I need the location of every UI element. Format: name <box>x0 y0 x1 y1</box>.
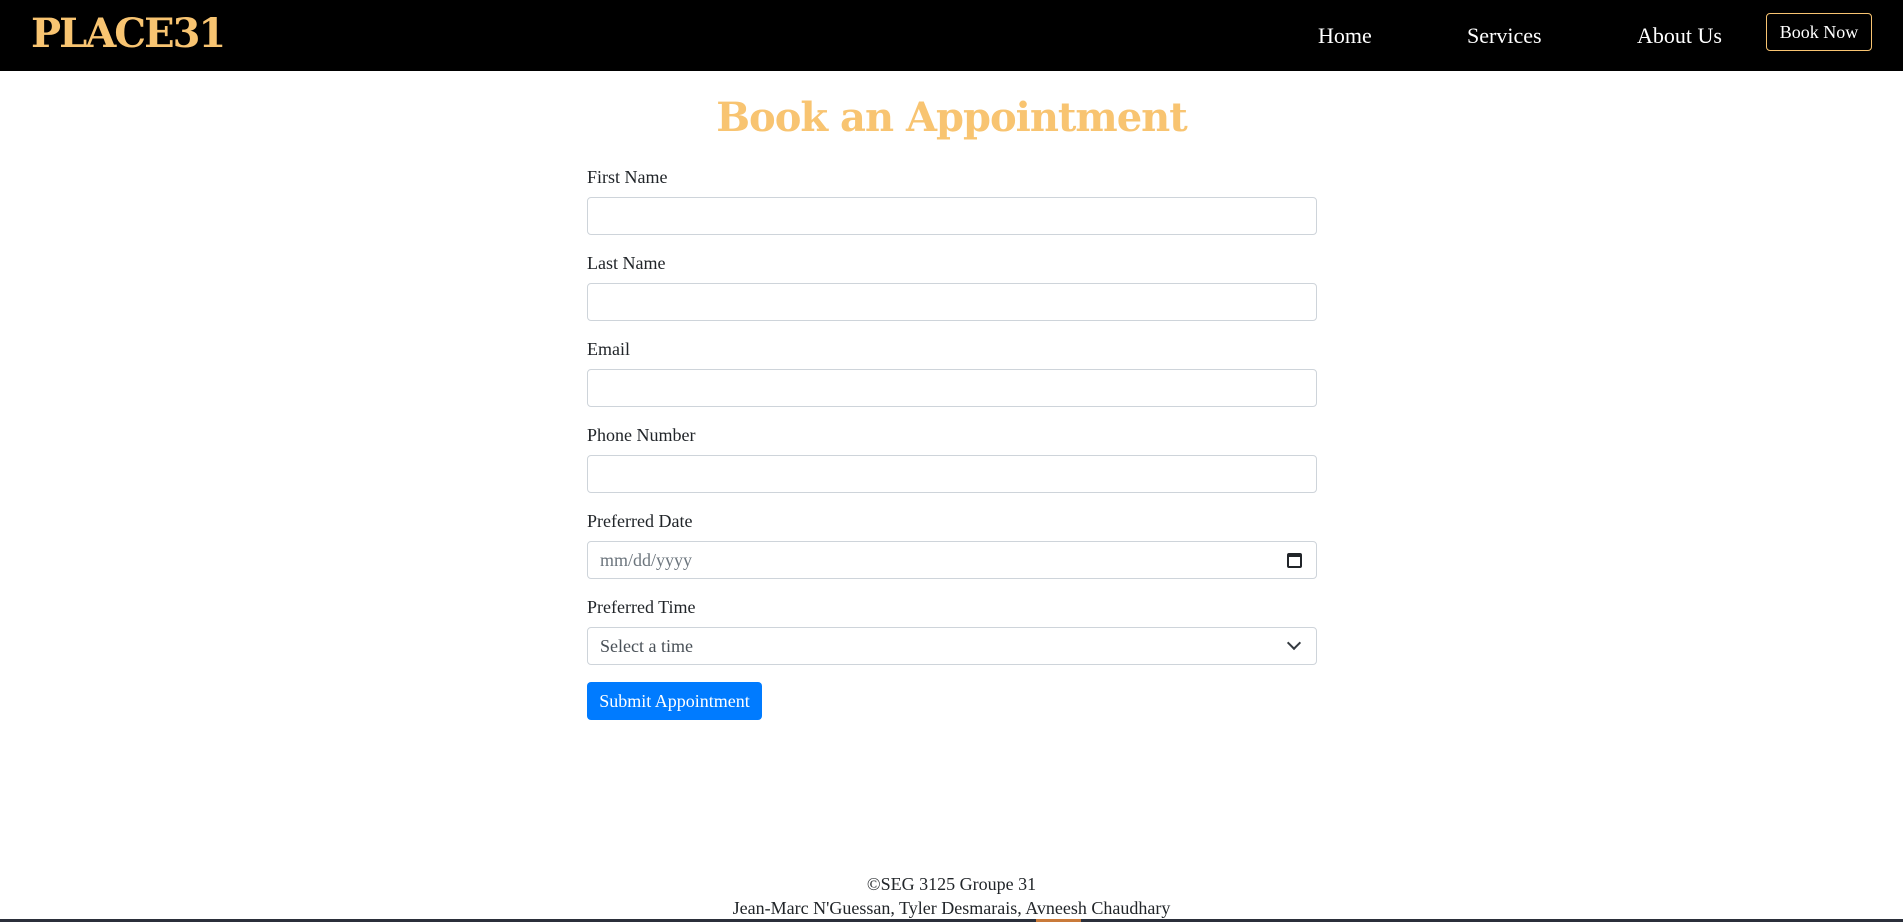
book-now-button[interactable]: Book Now <box>1766 13 1872 51</box>
preferred-time-label: Preferred Time <box>587 597 696 617</box>
preferred-date-label: Preferred Date <box>587 511 693 531</box>
navbar: PLACE31 Home Services About Us Book Now <box>0 0 1903 71</box>
nav-link-services[interactable]: Services <box>1467 22 1542 50</box>
page-title: Book an Appointment <box>716 94 1187 141</box>
last-name-field[interactable] <box>587 283 1317 321</box>
email-field[interactable] <box>587 369 1317 407</box>
first-name-field[interactable] <box>587 197 1317 235</box>
preferred-date-field[interactable]: mm/dd/yyyy <box>587 541 1317 579</box>
phone-number-field[interactable] <box>587 455 1317 493</box>
brand-logo[interactable]: PLACE31 <box>31 12 226 56</box>
submit-appointment-button[interactable]: Submit Appointment <box>587 682 762 720</box>
first-name-label: First Name <box>587 167 668 187</box>
selected-time-value: Select a time <box>600 636 693 656</box>
chevron-down-icon <box>1286 635 1302 651</box>
phone-number-label: Phone Number <box>587 425 696 445</box>
footer-copyright: ©SEG 3125 Groupe 31 <box>866 874 1037 894</box>
nav-link-home[interactable]: Home <box>1318 22 1372 50</box>
calendar-icon[interactable] <box>1287 553 1302 568</box>
nav-link-about-us[interactable]: About Us <box>1637 22 1722 50</box>
date-placeholder: mm/dd/yyyy <box>600 550 693 570</box>
last-name-label: Last Name <box>587 253 666 273</box>
email-label: Email <box>587 339 630 359</box>
footer-authors: Jean-Marc N'Guessan, Tyler Desmarais, Av… <box>732 898 1171 918</box>
preferred-time-select[interactable]: Select a time <box>587 627 1317 665</box>
